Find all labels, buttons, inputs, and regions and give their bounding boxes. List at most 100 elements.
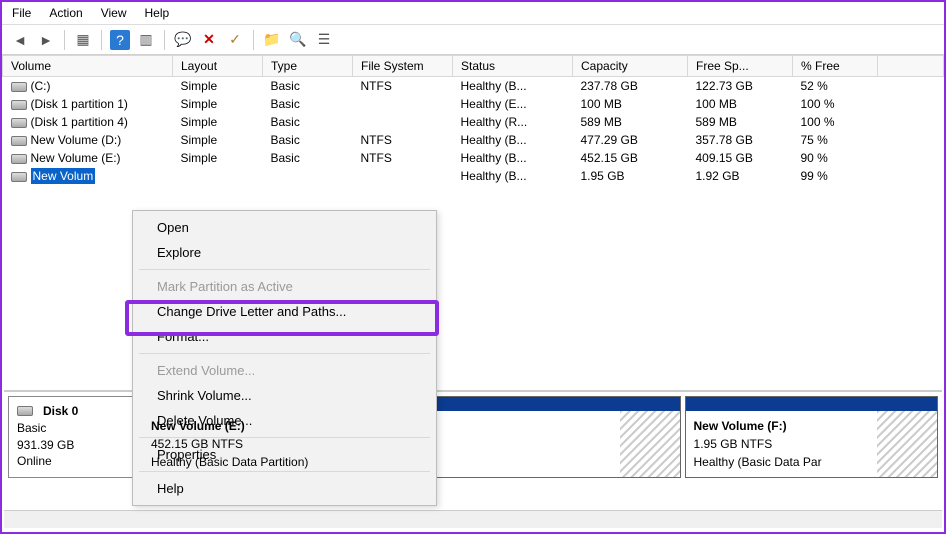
cell-cap: 1.95 GB [573,167,688,185]
cell-fs: NTFS [353,149,453,167]
col-spacer [878,56,944,77]
col-status[interactable]: Status [453,56,573,77]
cell-type: Basic [263,77,353,96]
toolbar-separator [164,30,165,50]
disk-icon [11,82,27,92]
cell-layout: Simple [173,113,263,131]
cell-cap: 477.29 GB [573,131,688,149]
col-type[interactable]: Type [263,56,353,77]
cm-separator [139,269,430,270]
cell-layout: Simple [173,131,263,149]
list-icon[interactable]: ☰ [314,30,334,50]
cell-free: 589 MB [688,113,793,131]
table-row[interactable]: New Volume (D:) SimpleBasicNTFSHealthy (B… [3,131,944,149]
cell-free: 122.73 GB [688,77,793,96]
volume-f-size: 1.95 GB NTFS [694,435,929,453]
check-icon[interactable]: ✓ [225,30,245,50]
menu-view[interactable]: View [101,6,127,20]
disk-label: Disk 0 [43,403,78,420]
volume-name: New Volume (D:) [31,133,122,147]
forward-icon[interactable]: ► [36,30,56,50]
cell-status: Healthy (B... [453,149,573,167]
cell-cap: 589 MB [573,113,688,131]
cell-type: Basic [263,149,353,167]
cell-free: 100 MB [688,95,793,113]
disk-volume-f[interactable]: New Volume (F:) 1.95 GB NTFS Healthy (Ba… [685,396,938,478]
cell-pct: 52 % [793,77,878,96]
cm-open[interactable]: Open [133,215,436,240]
cell-type: Basic [263,113,353,131]
cm-separator [139,353,430,354]
cell-cap: 100 MB [573,95,688,113]
menu-file[interactable]: File [12,6,31,20]
disk-icon [11,118,27,128]
cm-help[interactable]: Help [133,476,436,501]
menu-action[interactable]: Action [49,6,82,20]
volume-f-title: New Volume (F:) [694,417,929,435]
toolbar: ◄ ► ▦ ? ▥ 💬 ✕ ✓ 📁 🔍 ☰ [2,25,944,55]
volume-e-size: 452.15 GB NTFS [151,435,672,453]
table-row[interactable]: (C:)SimpleBasicNTFSHealthy (B...237.78 G… [3,77,944,96]
col-freespace[interactable]: Free Sp... [688,56,793,77]
cm-extend-volume: Extend Volume... [133,358,436,383]
disk-icon [11,136,27,146]
volume-table: Volume Layout Type File System Status Ca… [2,55,944,185]
volume-name: (Disk 1 partition 4) [31,115,128,129]
disk-icon [17,406,33,416]
cell-status: Healthy (E... [453,95,573,113]
col-capacity[interactable]: Capacity [573,56,688,77]
cm-format[interactable]: Format... [133,324,436,349]
col-layout[interactable]: Layout [173,56,263,77]
cell-fs: NTFS [353,131,453,149]
cm-explore[interactable]: Explore [133,240,436,265]
cell-fs [353,167,453,185]
cell-layout [173,167,263,185]
col-pctfree[interactable]: % Free [793,56,878,77]
cell-status: Healthy (B... [453,167,573,185]
horizontal-scrollbar[interactable] [4,510,942,528]
toolbar-separator [64,30,65,50]
back-icon[interactable]: ◄ [10,30,30,50]
col-filesystem[interactable]: File System [353,56,453,77]
disk-status: Online [17,453,129,470]
cm-change-drive-letter[interactable]: Change Drive Letter and Paths... [133,299,436,324]
cell-free: 357.78 GB [688,131,793,149]
cm-shrink-volume[interactable]: Shrink Volume... [133,383,436,408]
cell-free: 409.15 GB [688,149,793,167]
volume-e-title: New Volume (E:) [151,417,672,435]
volume-header-bar [686,397,937,411]
cell-fs [353,95,453,113]
volume-name: New Volum [31,168,96,184]
toolbar-separator [253,30,254,50]
help-icon[interactable]: ? [110,30,130,50]
cell-layout: Simple [173,77,263,96]
cell-pct: 99 % [793,167,878,185]
table-row[interactable]: New Volume (E:)SimpleBasicNTFSHealthy (B… [3,149,944,167]
menu-help[interactable]: Help [145,6,170,20]
col-volume[interactable]: Volume [3,56,173,77]
folder-icon[interactable]: 📁 [262,30,282,50]
delete-icon[interactable]: ✕ [199,30,219,50]
volume-name: (C:) [31,79,51,93]
schedule-icon[interactable]: ▥ [136,30,156,50]
cell-type: Basic [263,131,353,149]
table-row[interactable]: (Disk 1 partition 4)SimpleBasicHealthy (… [3,113,944,131]
cell-status: Healthy (B... [453,131,573,149]
grid-icon[interactable]: ▦ [73,30,93,50]
disk-icon [11,154,27,164]
disk-size: 931.39 GB [17,437,129,454]
cell-pct: 90 % [793,149,878,167]
cell-layout: Simple [173,149,263,167]
action-icon[interactable]: 💬 [173,30,193,50]
cell-cap: 237.78 GB [573,77,688,96]
cell-free: 1.92 GB [688,167,793,185]
cm-separator [139,471,430,472]
disk-icon [11,172,27,182]
table-row[interactable]: New Volum Healthy (B...1.95 GB1.92 GB99 % [3,167,944,185]
disk-info-box[interactable]: Disk 0 Basic 931.39 GB Online [8,396,138,478]
volume-f-status: Healthy (Basic Data Par [694,453,929,471]
cell-cap: 452.15 GB [573,149,688,167]
disk-type: Basic [17,420,129,437]
search-icon[interactable]: 🔍 [288,30,308,50]
table-row[interactable]: (Disk 1 partition 1)SimpleBasicHealthy (… [3,95,944,113]
